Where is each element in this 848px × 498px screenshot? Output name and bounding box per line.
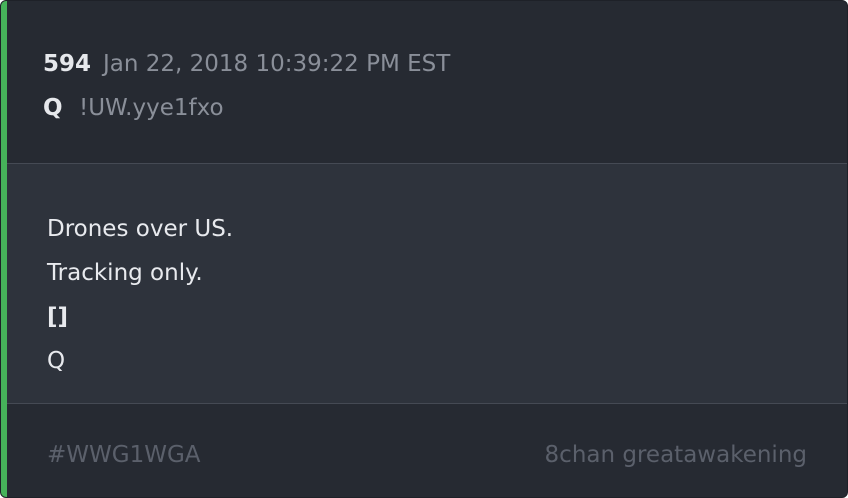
post-header: 594 Jan 22, 2018 10:39:22 PM EST Q !UW.y… (7, 1, 847, 164)
post-number: 594 (43, 51, 92, 77)
author-tripcode: !UW.yye1fxo (79, 95, 224, 121)
post-body: Drones over US. Tracking only. [] Q (7, 164, 847, 404)
hashtag: #WWG1WGA (47, 442, 201, 468)
post-footer: #WWG1WGA 8chan greatawakening (7, 404, 847, 497)
author-name: Q (43, 95, 63, 121)
message-line: [] (47, 304, 69, 330)
post-card: 594 Jan 22, 2018 10:39:22 PM EST Q !UW.y… (0, 0, 848, 498)
message-line: Drones over US. (47, 216, 234, 242)
message-line: Tracking only. (47, 260, 203, 286)
post-date: Jan 22, 2018 10:39:22 PM EST (103, 51, 451, 77)
source-label: 8chan greatawakening (544, 442, 807, 468)
message-signature: Q (47, 348, 66, 374)
